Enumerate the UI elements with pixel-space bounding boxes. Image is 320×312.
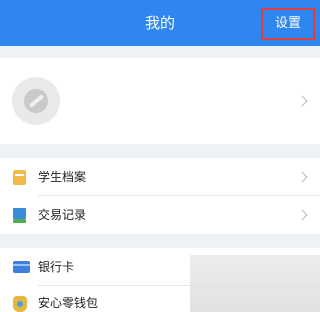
section-gap [0,144,320,158]
avatar[interactable] [12,77,60,125]
settings-button[interactable]: 设置 [261,8,315,40]
chevron-right-icon [296,95,308,107]
profile-card[interactable] [0,58,320,144]
archive-icon [13,170,26,185]
menu-item-label: 学生档案 [38,170,87,184]
watermark-overlay [190,255,320,312]
chevron-right-icon [296,171,308,183]
records-icon [13,208,26,223]
menu-item-label: 安心零钱包 [38,296,99,310]
section-gap [0,234,320,248]
chevron-right-icon [296,209,308,221]
bank-card-icon [13,261,30,273]
menu-item-transaction-records[interactable]: 交易记录 [0,196,320,234]
avatar-placeholder-icon [24,89,48,113]
menu-item-student-archive[interactable]: 学生档案 [0,158,320,196]
menu-item-label: 交易记录 [38,208,87,222]
section-gap [0,46,320,58]
menu-item-label: 银行卡 [38,260,75,274]
wallet-icon [13,296,27,312]
